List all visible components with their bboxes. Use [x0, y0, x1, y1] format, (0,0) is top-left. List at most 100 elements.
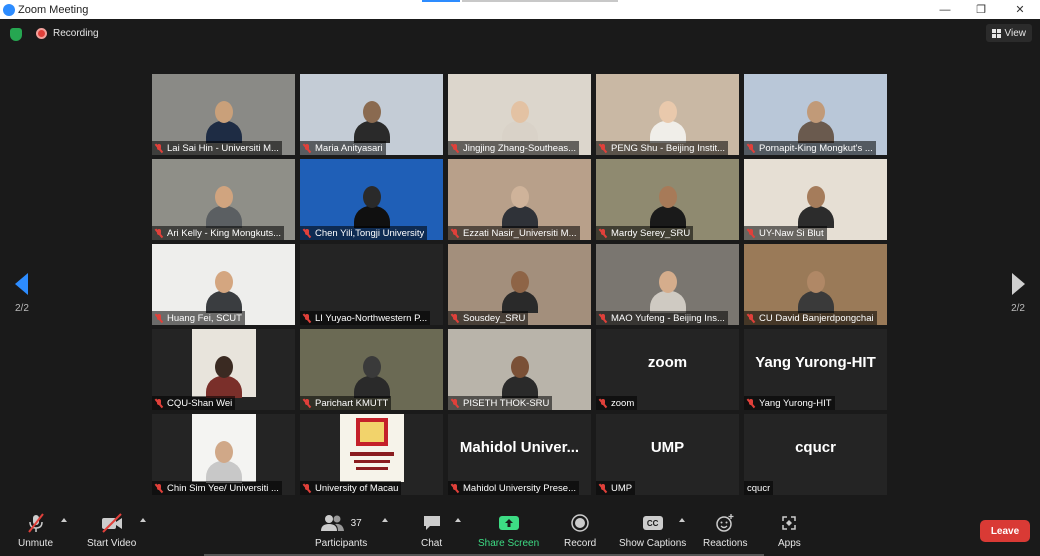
participant-tile[interactable]: zoom zoom [596, 329, 739, 410]
participant-figure [797, 101, 834, 143]
participant-tile[interactable]: cqucr cqucr [744, 414, 887, 495]
participant-tile[interactable]: CQU-Shan Wei [152, 329, 295, 410]
minimize-button[interactable]: — [928, 0, 962, 19]
participants-count: 37 [350, 517, 362, 529]
participant-tile[interactable]: CU David Banjerdpongchai [744, 244, 887, 325]
participant-figure [353, 356, 390, 398]
participant-head [658, 186, 677, 208]
participant-head [214, 441, 233, 463]
participant-body [205, 461, 242, 483]
participant-body [797, 121, 834, 143]
captions-icon-text: CC [642, 516, 663, 530]
participant-head [658, 271, 677, 293]
participant-name-label: Maria Anityasari [300, 141, 386, 155]
participant-tile[interactable]: Yang Yurong-HIT Yang Yurong-HIT [744, 329, 887, 410]
participant-tile[interactable]: UY-Naw Si Blut [744, 159, 887, 240]
participant-tile[interactable]: PISETH THOK-SRU [448, 329, 591, 410]
participants-icon [320, 515, 344, 531]
close-button[interactable]: ✕ [1003, 0, 1037, 19]
muted-mic-icon [451, 228, 459, 238]
participant-tile[interactable]: Huang Fei, SCUT [152, 244, 295, 325]
record-button[interactable]: Record [564, 513, 596, 549]
prev-page-button[interactable]: 2/2 [15, 273, 29, 314]
participant-name: Mahidol University Prese... [463, 482, 576, 494]
reactions-icon [714, 513, 736, 533]
participant-tile[interactable]: University of Macau [300, 414, 443, 495]
view-label: View [1004, 27, 1027, 39]
muted-mic-icon [25, 513, 47, 533]
participant-tile[interactable]: Parichart KMUTT [300, 329, 443, 410]
leave-button[interactable]: Leave [980, 520, 1030, 542]
muted-mic-icon [451, 143, 459, 153]
participant-name-label: Ezzati Nasir_Universiti M... [448, 226, 580, 240]
video-options-caret[interactable] [140, 518, 146, 522]
next-page-button[interactable]: 2/2 [1011, 273, 1025, 314]
video-off-icon [99, 513, 125, 533]
captions-options-caret[interactable] [679, 518, 685, 522]
participant-display-name: UMP [650, 439, 685, 456]
participant-name-label: Chen Yili,Tongji University [300, 226, 428, 240]
participant-tile[interactable]: PENG Shu - Beijing Instit... [596, 74, 739, 155]
reactions-button[interactable]: Reactions [703, 513, 747, 549]
shield-icon[interactable] [10, 28, 22, 41]
participant-tile[interactable]: Ezzati Nasir_Universiti M... [448, 159, 591, 240]
participants-options-caret[interactable] [382, 518, 388, 522]
muted-mic-icon [599, 483, 607, 493]
start-video-button[interactable]: Start Video [87, 513, 136, 549]
participants-button[interactable]: 37 Participants [315, 513, 367, 549]
apps-button[interactable]: Apps [778, 513, 801, 549]
participant-display-name: zoom [647, 354, 688, 371]
participants-icon-wrap: 37 [320, 513, 362, 533]
participant-name: UY-Naw Si Blut [759, 227, 824, 239]
participant-body [501, 291, 538, 313]
participant-name-label: CU David Banjerdpongchai [744, 311, 877, 325]
participant-tile[interactable]: Pornapit-King Mongkut's ... [744, 74, 887, 155]
title-bar: Zoom Meeting — ❐ ✕ [0, 0, 1040, 19]
participant-name: CU David Banjerdpongchai [759, 312, 874, 324]
participant-head [362, 356, 381, 378]
participant-tile[interactable]: Sousdey_SRU [448, 244, 591, 325]
unmute-button[interactable]: Unmute [18, 513, 53, 549]
view-button[interactable]: View [985, 24, 1032, 42]
participant-name-label: Parichart KMUTT [300, 396, 392, 410]
meeting-toolbar: Unmute Start Video 37 Participants Chat … [0, 509, 1040, 556]
participant-body [797, 206, 834, 228]
participant-tile[interactable]: Mardy Serey_SRU [596, 159, 739, 240]
chat-button[interactable]: Chat [421, 513, 442, 549]
muted-mic-icon [451, 313, 459, 323]
participant-tile[interactable]: Jingjing Zhang-Southeas... [448, 74, 591, 155]
participant-tile[interactable]: MAO Yufeng - Beijing Ins... [596, 244, 739, 325]
participant-tile[interactable]: Ari Kelly - King Mongkuts... [152, 159, 295, 240]
participant-tile[interactable]: LI Yuyao-Northwestern P... [300, 244, 443, 325]
participant-name: Maria Anityasari [315, 142, 383, 154]
page-indicator-right: 2/2 [1011, 303, 1025, 314]
participant-display-name: Mahidol Univer... [459, 439, 580, 456]
show-captions-button[interactable]: CC Show Captions [619, 513, 686, 549]
participant-tile[interactable]: Mahidol Univer... Mahidol University Pres… [448, 414, 591, 495]
participant-name: Lai Sai Hin - Universiti M... [167, 142, 279, 154]
participant-figure [649, 271, 686, 313]
participant-figure [205, 356, 242, 398]
share-screen-button[interactable]: Share Screen [478, 513, 539, 549]
chat-options-caret[interactable] [455, 518, 461, 522]
participant-tile[interactable]: Chin Sim Yee/ Universiti ... [152, 414, 295, 495]
unmute-label: Unmute [18, 538, 54, 549]
recording-indicator[interactable]: Recording [36, 28, 99, 39]
participant-tile[interactable]: UMP UMP [596, 414, 739, 495]
participant-body [353, 206, 390, 228]
participant-name-label: MAO Yufeng - Beijing Ins... [596, 311, 728, 325]
participant-tile[interactable]: Maria Anityasari [300, 74, 443, 155]
apps-icon [780, 513, 798, 533]
audio-options-caret[interactable] [61, 518, 67, 522]
participant-name-label: Chin Sim Yee/ Universiti ... [152, 481, 282, 495]
participant-name: Ari Kelly - King Mongkuts... [167, 227, 282, 239]
restore-button[interactable]: ❐ [964, 0, 998, 19]
muted-mic-icon [155, 228, 163, 238]
participant-head [806, 271, 825, 293]
participant-head [362, 101, 381, 123]
share-screen-icon [498, 513, 520, 533]
participant-tile[interactable]: Lai Sai Hin - Universiti M... [152, 74, 295, 155]
participant-body [649, 121, 686, 143]
participant-tile[interactable]: Chen Yili,Tongji University [300, 159, 443, 240]
share-screen-label: Share Screen [478, 538, 540, 549]
